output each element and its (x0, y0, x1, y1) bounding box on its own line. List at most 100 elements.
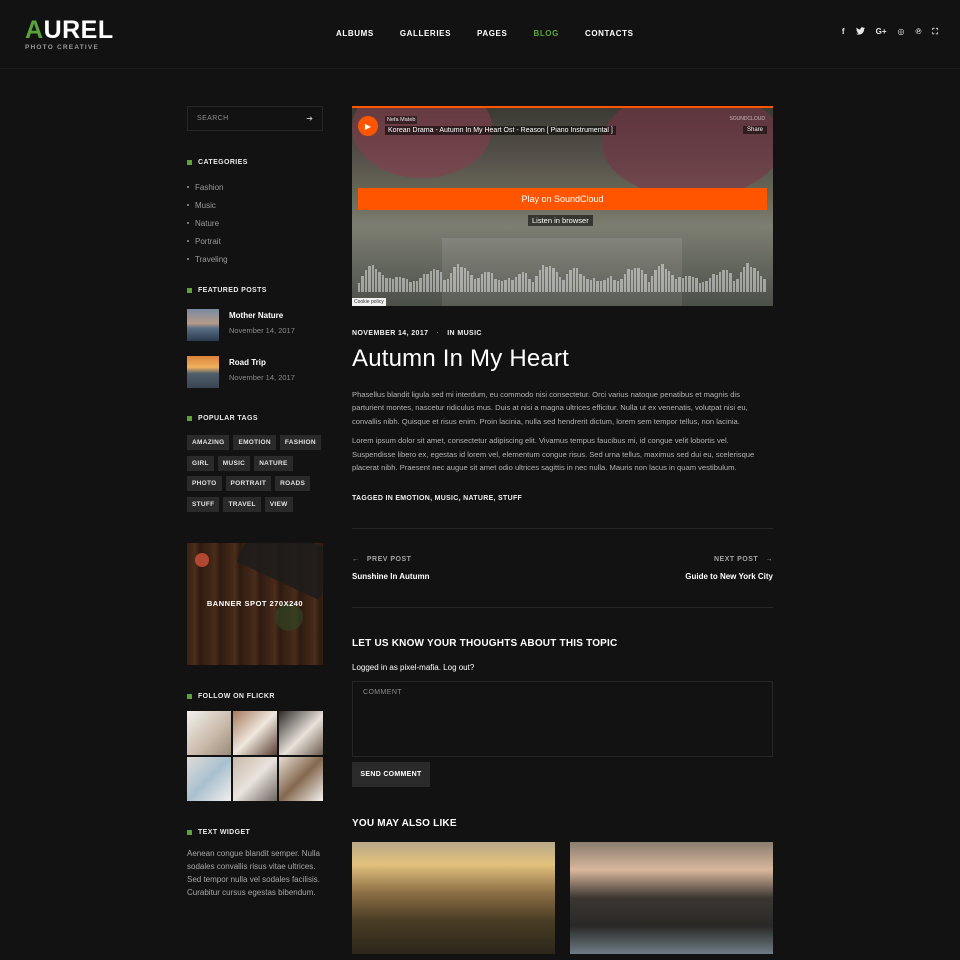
flickr-photo[interactable] (233, 757, 277, 801)
fullscreen-icon[interactable]: ⛶ (932, 27, 938, 38)
waveform-bar (385, 278, 388, 292)
nav-blog[interactable]: BLOG (533, 29, 559, 38)
waveform-bar (637, 267, 640, 292)
waveform-bar (579, 273, 582, 292)
search-field[interactable]: SEARCH ➔ (187, 106, 323, 131)
waveform-bar (589, 280, 593, 292)
related-post-image[interactable] (352, 842, 555, 955)
nav-galleries[interactable]: GALLERIES (400, 29, 451, 38)
waveform-bar (685, 276, 688, 292)
soundcloud-logo[interactable]: SOUNDCLOUD (729, 116, 765, 122)
featured-post-thumbnail[interactable] (187, 309, 219, 341)
nav-contacts[interactable]: CONTACTS (585, 29, 634, 38)
waveform[interactable] (358, 262, 767, 292)
featured-post-title[interactable]: Road Trip (229, 358, 295, 367)
tag-link[interactable]: EMOTION (233, 435, 276, 450)
play-on-soundcloud-button[interactable]: Play on SoundCloud (358, 188, 767, 210)
tag-link[interactable]: FASHION (279, 435, 321, 450)
facebook-icon[interactable]: f (842, 27, 845, 38)
category-link[interactable]: Portrait (187, 232, 323, 250)
waveform-bar (518, 273, 521, 292)
waveform-bar (477, 278, 480, 292)
track-artist[interactable]: Nefa Mateb (385, 116, 418, 124)
waveform-bar (490, 272, 494, 292)
featured-posts-title: FEATURED POSTS (187, 287, 323, 294)
category-link[interactable]: Nature (187, 214, 323, 232)
track-title[interactable]: Korean Drama - Autumn In My Heart Ost - … (385, 126, 616, 135)
waveform-bar (487, 271, 490, 292)
banner-label: BANNER SPOT 270X240 (206, 599, 304, 608)
soundcloud-player[interactable]: ▶ Nefa Mateb Korean Drama - Autumn In My… (352, 106, 773, 306)
post-meta: NOVEMBER 14, 2017 · IN MUSIC (352, 330, 773, 337)
waveform-bar (552, 268, 555, 292)
featured-post-title[interactable]: Mother Nature (229, 311, 295, 320)
waveform-bar (541, 265, 545, 292)
post-date[interactable]: NOVEMBER 14, 2017 (352, 330, 428, 337)
logged-in-text[interactable]: Logged in as pixel-mafia. Log out? (352, 663, 773, 672)
send-comment-button[interactable]: SEND COMMENT (352, 762, 430, 788)
tag-link[interactable]: VIEW (264, 496, 293, 512)
pinterest-icon[interactable]: ℗ (915, 27, 921, 38)
waveform-bar (736, 278, 739, 292)
nav-albums[interactable]: ALBUMS (336, 29, 374, 38)
featured-post[interactable]: Road Trip November 14, 2017 (187, 356, 323, 388)
tag-link[interactable]: ROADS (275, 476, 311, 491)
site-logo[interactable]: AUREL PHOTO CREATIVE (25, 16, 114, 52)
related-posts-heading: YOU MAY ALSO LIKE (352, 818, 457, 830)
twitter-icon[interactable] (855, 27, 865, 38)
featured-post[interactable]: Mother Nature November 14, 2017 (187, 309, 323, 341)
logo-wordmark: AUREL (25, 16, 114, 44)
waveform-bar (678, 277, 681, 292)
waveform-bar (538, 270, 541, 292)
post-category[interactable]: IN MUSIC (447, 330, 482, 337)
widget-marker-icon (187, 416, 192, 421)
tag-link[interactable]: TRAVEL (223, 496, 261, 512)
tag-link[interactable]: PORTRAIT (225, 476, 272, 491)
listen-in-browser-link[interactable]: Listen in browser (528, 215, 593, 226)
banner-ad[interactable]: BANNER SPOT 270X240 (187, 543, 323, 665)
featured-post-thumbnail[interactable] (187, 356, 219, 388)
waveform-bar (691, 276, 695, 292)
search-input[interactable]: SEARCH (197, 115, 229, 122)
category-link[interactable]: Traveling (187, 250, 323, 268)
nav-pages[interactable]: PAGES (477, 29, 507, 38)
share-button[interactable]: Share (742, 126, 767, 134)
waveform-bar (378, 271, 381, 292)
flickr-photo[interactable] (187, 757, 231, 801)
tag-link[interactable]: AMAZING (187, 435, 230, 450)
tag-link[interactable]: MUSIC (217, 455, 251, 471)
waveform-bar (456, 263, 460, 292)
next-post-link[interactable]: NEXT POST → Guide to New York City (685, 556, 773, 581)
tag-link[interactable]: NATURE (254, 455, 293, 471)
tag-link[interactable]: GIRL (187, 455, 214, 471)
cookie-policy-link[interactable]: Cookie policy (352, 298, 386, 306)
flickr-photo[interactable] (187, 711, 231, 755)
prev-post-title[interactable]: Sunshine In Autumn (352, 572, 429, 581)
tag-link[interactable]: STUFF (187, 496, 220, 512)
play-icon[interactable]: ▶ (358, 116, 378, 136)
instagram-icon[interactable]: ◎ (898, 27, 905, 38)
google-plus-icon[interactable]: G+ (876, 27, 887, 38)
waveform-bar (708, 278, 712, 292)
tag-link[interactable]: PHOTO (187, 476, 222, 491)
comment-textarea[interactable]: COMMENT (352, 681, 773, 758)
waveform-bar (763, 278, 766, 292)
waveform-bar (603, 280, 606, 292)
waveform-bar (729, 272, 732, 292)
flickr-photo[interactable] (279, 757, 323, 801)
waveform-bar (548, 266, 552, 292)
category-link[interactable]: Fashion (187, 178, 323, 196)
flickr-title: FOLLOW ON FLICKR (187, 693, 323, 700)
prev-post-link[interactable]: ← PREV POST Sunshine In Autumn (352, 556, 429, 581)
flickr-photo[interactable] (233, 711, 277, 755)
waveform-bar (732, 280, 736, 292)
category-link[interactable]: Music (187, 196, 323, 214)
flickr-photo[interactable] (279, 711, 323, 755)
social-links: f G+ ◎ ℗ ⛶ (831, 27, 938, 38)
related-post-image[interactable] (570, 842, 773, 955)
search-submit-icon[interactable]: ➔ (306, 114, 313, 123)
waveform-bar (582, 276, 586, 292)
next-post-title[interactable]: Guide to New York City (685, 572, 773, 581)
post-tags[interactable]: TAGGED IN EMOTION, MUSIC, NATURE, STUFF (352, 495, 773, 502)
waveform-bar (620, 279, 623, 292)
